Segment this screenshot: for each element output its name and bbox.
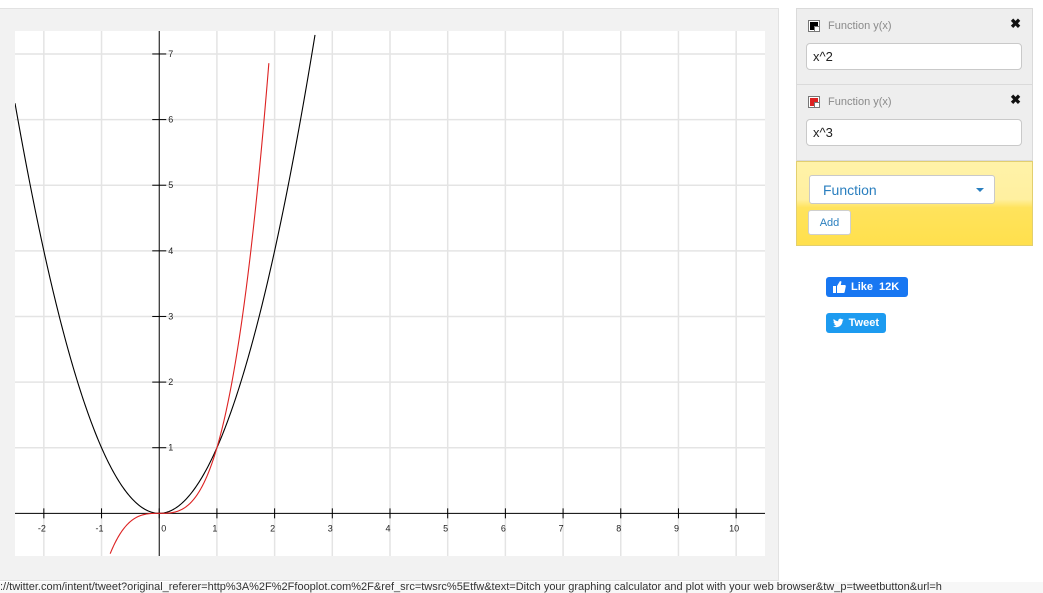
x-tick-label: 0 [161,523,166,533]
x-tick-label: -2 [38,523,46,533]
like-label: Like [851,281,874,293]
close-icon[interactable]: ✖ [1010,17,1021,31]
color-picker-icon[interactable] [808,20,820,32]
color-picker-corner [814,26,819,31]
close-icon[interactable]: ✖ [1010,93,1021,107]
y-tick-label: 7 [168,49,173,59]
chevron-down-icon [976,188,984,192]
add-button-label: Add [819,216,840,229]
expression-input[interactable] [806,43,1022,70]
x-tick-label: 6 [501,523,506,533]
x-tick-label: 5 [443,523,448,533]
x-tick-label: 8 [616,523,621,533]
x-tick-label: 3 [328,523,333,533]
function-panel-1: Function y(x) ✖ [796,8,1033,85]
tweet-button[interactable]: Tweet [826,313,886,333]
add-button[interactable]: Add [808,210,851,235]
function-type-label: Function [823,181,877,198]
y-tick-label: 5 [168,180,173,190]
y-tick-label: 6 [168,115,173,125]
x-tick-label: 10 [729,523,739,533]
add-function-panel: Function Add [796,161,1033,246]
function-panel-2: Function y(x) ✖ [796,85,1033,161]
x-tick-label: -1 [96,523,104,533]
function-header: Function y(x) [808,18,892,34]
x-tick-label: 1 [212,523,217,533]
thumbs-up-icon [833,281,846,293]
color-picker-corner [814,102,819,107]
graph-canvas[interactable]: -2 -1 0 1 2 3 4 5 6 7 8 9 10 1 2 3 4 5 6 7 [15,31,765,556]
y-tick-label: 1 [168,443,173,453]
function-title: Function y(x) [828,20,892,32]
x-tick-label: 9 [674,523,679,533]
expression-input[interactable] [806,119,1022,146]
facebook-like-button[interactable]: Like 12K [826,277,908,297]
twitter-bird-icon [833,318,844,328]
y-tick-label: 4 [168,246,173,256]
y-tick-label: 3 [168,311,173,321]
color-picker-icon[interactable] [808,96,820,108]
y-tick-label: 2 [168,377,173,387]
plot-area[interactable]: -2 -1 0 1 2 3 4 5 6 7 8 9 10 1 2 3 4 5 6 7 [0,8,779,581]
x-tick-label: 7 [559,523,564,533]
x-tick-label: 2 [270,523,275,533]
tweet-label: Tweet [848,317,879,329]
function-title: Function y(x) [828,96,892,108]
function-header: Function y(x) [808,94,892,110]
status-bar-url: ://twitter.com/intent/tweet?original_ref… [0,582,1043,593]
function-type-dropdown[interactable]: Function [809,175,995,204]
x-tick-label: 4 [385,523,390,533]
like-count: 12K [879,281,900,293]
